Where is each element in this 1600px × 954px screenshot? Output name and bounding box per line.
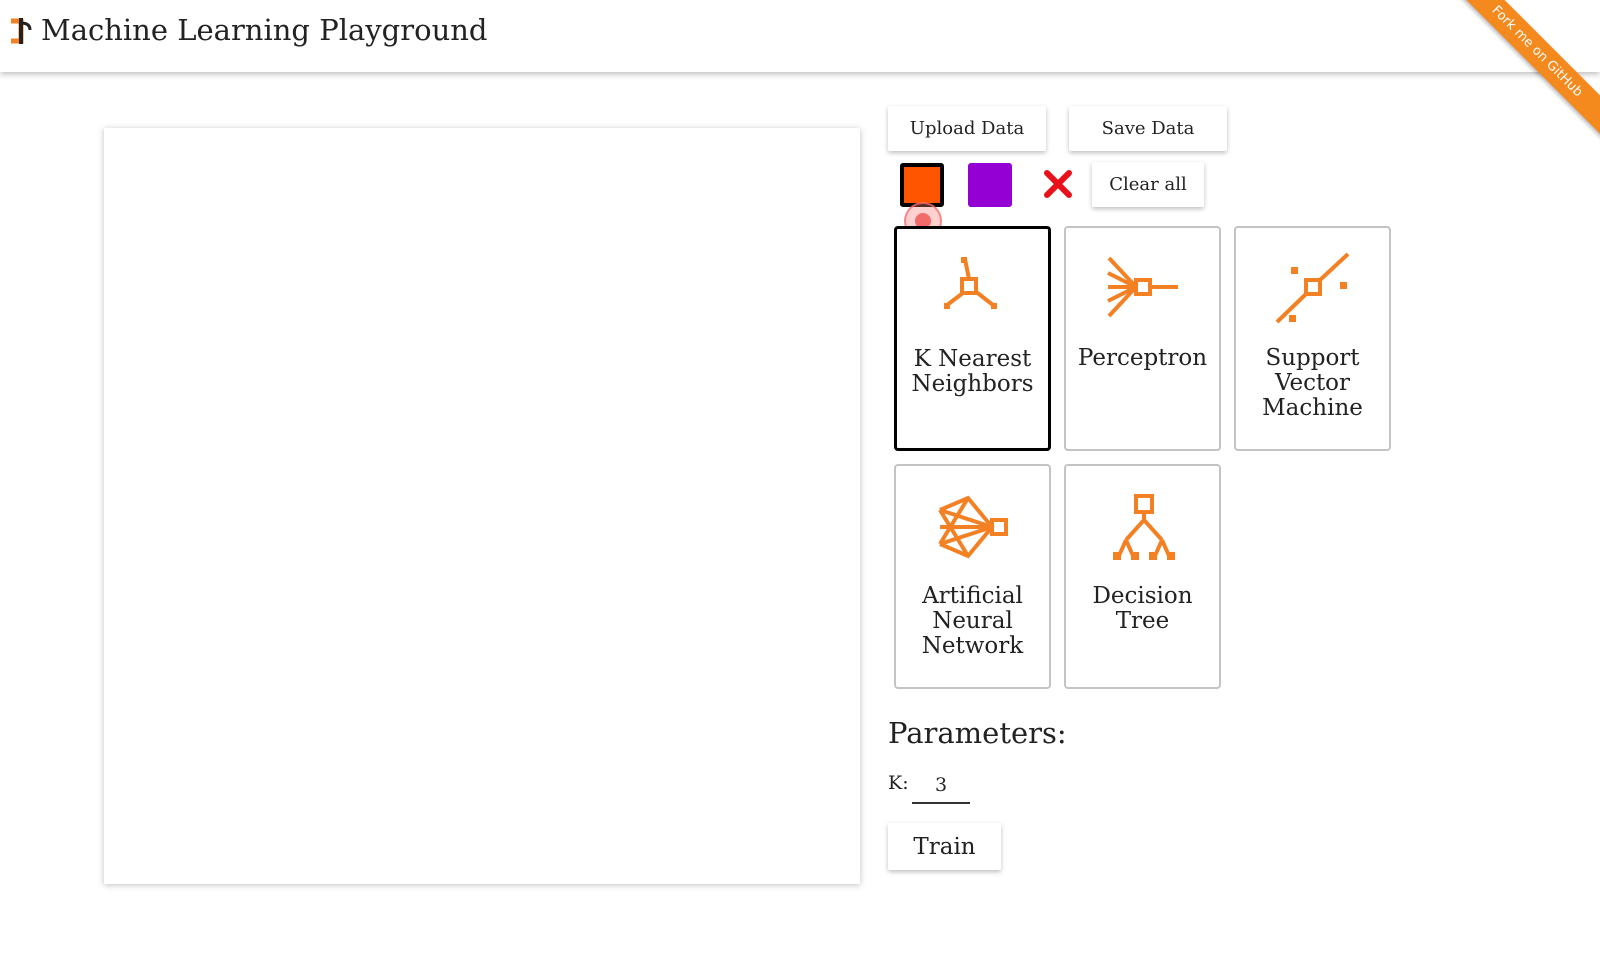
color-swatch-purple[interactable]: [968, 163, 1012, 207]
fork-on-github-link[interactable]: Fork me on GitHub: [1450, 0, 1600, 143]
parameters-heading: Parameters:: [888, 716, 1067, 750]
page-title: Machine Learning Playground: [41, 13, 488, 47]
algorithm-card-perceptron[interactable]: Perceptron: [1064, 226, 1221, 451]
algorithm-label: Perceptron: [1077, 345, 1208, 371]
algorithm-card-knn[interactable]: K Nearest Neighbors: [894, 226, 1051, 451]
decision-tree-icon: [1113, 494, 1175, 560]
logo-icon: [11, 18, 32, 44]
svm-icon: [1275, 252, 1350, 324]
github-ribbon: Fork me on GitHub: [1450, 0, 1600, 150]
color-swatch-orange[interactable]: [900, 163, 944, 207]
close-icon[interactable]: [1042, 168, 1074, 200]
perceptron-icon: [1107, 256, 1178, 318]
algorithm-label: Artificial Neural Network: [921, 583, 1024, 659]
clear-all-button[interactable]: Clear all: [1092, 162, 1204, 207]
train-button[interactable]: Train: [888, 823, 1001, 870]
neural-network-icon: [938, 495, 1008, 559]
knn-icon: [944, 257, 997, 309]
k-parameter-label: K:: [888, 772, 909, 794]
save-data-button[interactable]: Save Data: [1069, 106, 1227, 151]
algorithm-label: Decision Tree: [1092, 583, 1193, 634]
upload-data-button[interactable]: Upload Data: [888, 106, 1046, 151]
app-header: Machine Learning Playground: [0, 0, 1600, 72]
drawing-canvas[interactable]: [104, 128, 860, 884]
algorithm-card-svm[interactable]: Support Vector Machine: [1234, 226, 1391, 451]
algorithm-card-neural-network[interactable]: Artificial Neural Network: [894, 464, 1051, 689]
k-parameter-input[interactable]: [912, 768, 970, 804]
algorithm-label: Support Vector Machine: [1262, 345, 1363, 421]
algorithm-card-decision-tree[interactable]: Decision Tree: [1064, 464, 1221, 689]
algorithm-label: K Nearest Neighbors: [911, 346, 1034, 397]
